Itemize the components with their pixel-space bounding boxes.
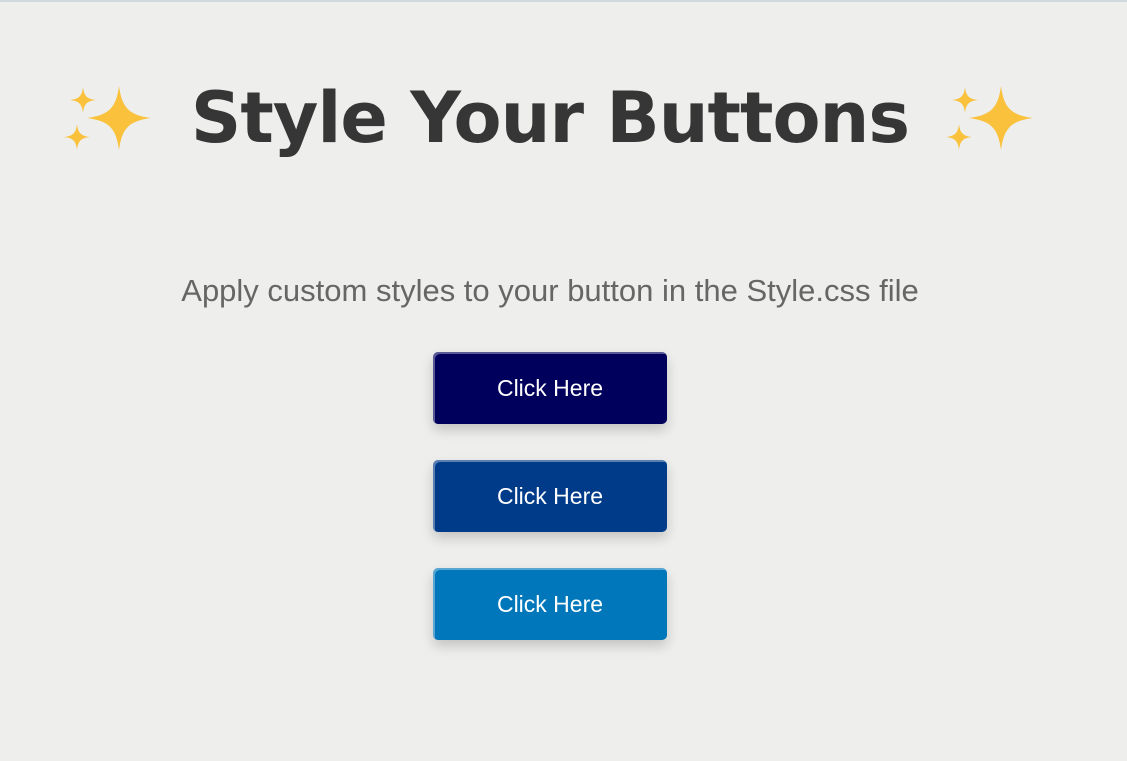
click-here-button-1[interactable]: Click Here [433, 352, 667, 424]
page-subtitle: Apply custom styles to your button in th… [181, 273, 919, 308]
sparkles-icon [945, 72, 1037, 164]
click-here-button-3[interactable]: Click Here [433, 568, 667, 640]
sparkles-icon [63, 72, 155, 164]
button-group: Click Here Click Here Click Here [433, 352, 667, 676]
click-here-button-2[interactable]: Click Here [433, 460, 667, 532]
page-title: Style Your Buttons [190, 77, 910, 159]
top-border [0, 0, 1127, 2]
page-header: Style Your Buttons [0, 72, 1100, 164]
